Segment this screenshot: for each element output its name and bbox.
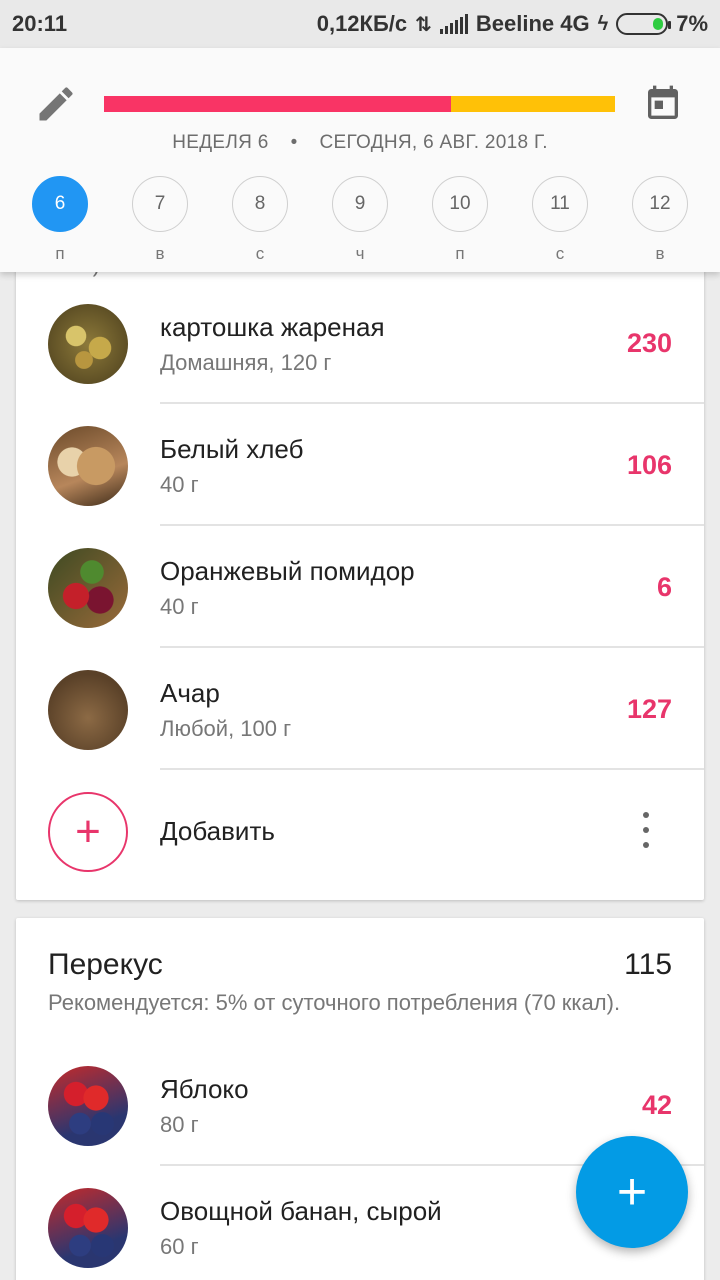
calorie-progress-bar	[104, 96, 615, 112]
day-9[interactable]: 9 ч	[332, 176, 388, 264]
diary-header: НЕДЕЛЯ 6 • СЕГОДНЯ, 6 АВГ. 2018 Г. 6 п 7 в…	[0, 48, 720, 272]
food-calories: 106	[626, 450, 672, 480]
food-portion: Домашняя, 120 г	[160, 350, 332, 375]
day-letter: в	[155, 244, 165, 263]
food-calories: 6	[656, 572, 672, 602]
plus-icon: +	[75, 807, 101, 856]
data-transfer-icon: ⇅	[415, 13, 432, 36]
day-letter: п	[55, 244, 65, 263]
add-food-row[interactable]: + Добавить	[16, 770, 704, 892]
day-number: 9	[332, 176, 388, 232]
date-label: СЕГОДНЯ, 6 АВГ. 2018 Г.	[319, 132, 548, 153]
add-food-label: Добавить	[160, 816, 275, 846]
more-vert-icon[interactable]	[642, 812, 650, 848]
food-portion: Любой, 100 г	[160, 716, 292, 741]
berries-photo	[48, 1066, 128, 1146]
status-time: 20:11	[12, 11, 68, 36]
food-name: Белый хлеб	[160, 434, 304, 464]
food-name: картошка жареная	[160, 312, 385, 342]
add-fab-button[interactable]: +	[576, 1136, 688, 1248]
charging-icon: ϟ	[597, 12, 609, 35]
day-6[interactable]: 6 п	[32, 176, 88, 264]
plus-icon: +	[616, 1163, 648, 1221]
meal-recommendation: Рекомендуется: 5% от суточного потреблен…	[48, 990, 621, 1015]
separator-dot: •	[290, 132, 298, 153]
food-row[interactable]: Ачар Любой, 100 г 127	[16, 648, 704, 770]
day-selector: 6 п 7 в 8 с 9 ч 10 п 11 с 12 в	[0, 176, 720, 266]
food-calories: 42	[641, 1090, 672, 1120]
vegetables-photo	[48, 548, 128, 628]
day-12[interactable]: 12 в	[632, 176, 688, 264]
day-11[interactable]: 11 с	[532, 176, 588, 264]
food-row[interactable]: Белый хлеб 40 г 106	[16, 404, 704, 526]
battery-icon	[616, 13, 672, 35]
food-calories: 127	[626, 694, 672, 724]
food-name: Овощной банан, сырой	[160, 1196, 442, 1226]
calendar-icon[interactable]	[642, 84, 684, 124]
week-label: НЕДЕЛЯ 6	[172, 132, 269, 153]
food-name: Яблоко	[160, 1074, 249, 1104]
signal-icon	[439, 14, 468, 34]
day-7[interactable]: 7 в	[132, 176, 188, 264]
food-name: Оранжевый помидор	[160, 556, 415, 586]
berries-photo	[48, 1188, 128, 1268]
day-number: 6	[32, 176, 88, 232]
day-number: 7	[132, 176, 188, 232]
status-bar: 20:11 0,12КБ/с ⇅ Beeline 4G ϟ 7%	[0, 0, 720, 48]
week-date-line: НЕДЕЛЯ 6 • СЕГОДНЯ, 6 АВГ. 2018 Г.	[0, 132, 720, 154]
day-10[interactable]: 10 п	[432, 176, 488, 264]
food-calories: 230	[626, 328, 672, 358]
meal-total-calories: 115	[624, 948, 672, 981]
day-letter: в	[655, 244, 665, 263]
day-8[interactable]: 8 с	[232, 176, 288, 264]
day-letter: с	[255, 244, 265, 263]
day-number: 8	[232, 176, 288, 232]
day-letter: п	[455, 244, 465, 263]
carrier-label: Beeline 4G	[475, 11, 590, 36]
food-portion: 60 г	[160, 1234, 199, 1259]
grain-photo	[48, 670, 128, 750]
food-portion: 40 г	[160, 472, 199, 497]
food-row[interactable]: Оранжевый помидор 40 г 6	[16, 526, 704, 648]
day-letter: с	[555, 244, 565, 263]
food-row[interactable]: картошка жареная Домашняя, 120 г 230	[16, 282, 704, 404]
day-number: 10	[432, 176, 488, 232]
pencil-icon[interactable]	[34, 82, 78, 126]
meal-title: Перекус	[48, 948, 163, 981]
meal-card: ккал). картошка жареная Домашняя, 120 г …	[16, 250, 704, 900]
potato-photo	[48, 304, 128, 384]
food-portion: 80 г	[160, 1112, 199, 1137]
bread-photo	[48, 426, 128, 506]
food-name: Ачар	[160, 678, 220, 708]
calorie-progress-fill	[104, 96, 452, 112]
battery-percent: 7%	[676, 11, 708, 36]
food-portion: 40 г	[160, 594, 199, 619]
add-food-button[interactable]: +	[48, 792, 128, 872]
network-speed: 0,12КБ/с	[316, 11, 408, 36]
day-number: 11	[532, 176, 588, 232]
day-letter: ч	[355, 244, 365, 263]
day-number: 12	[632, 176, 688, 232]
